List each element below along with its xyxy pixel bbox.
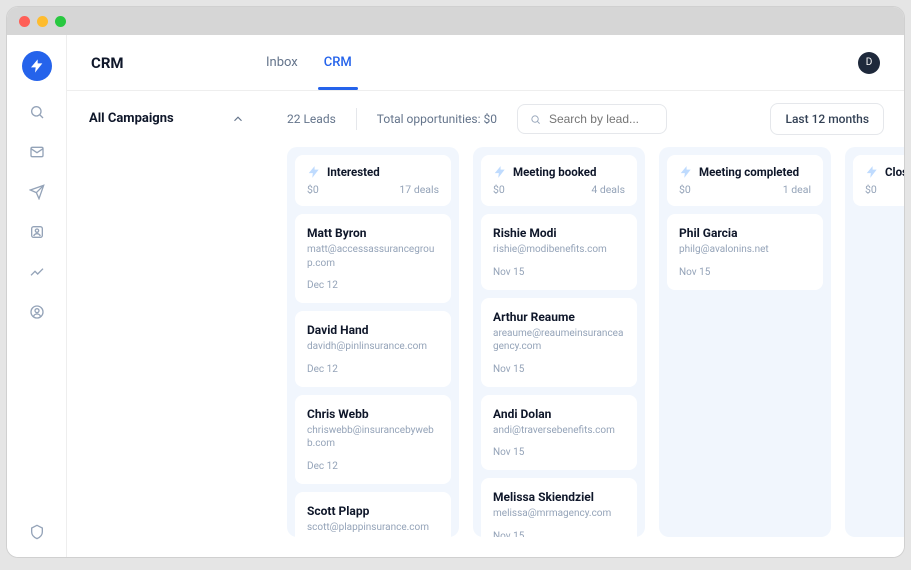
lead-date: Nov 15 <box>493 267 625 278</box>
lead-card[interactable]: Chris Webb chriswebb@insurancebywebb.com… <box>295 395 451 484</box>
campaign-panel: All Campaigns <box>67 91 267 557</box>
lead-email: chriswebb@insurancebywebb.com <box>307 424 439 451</box>
search-icon[interactable] <box>28 103 46 121</box>
lead-email: philg@avalonins.net <box>679 243 811 257</box>
lead-card[interactable]: Scott Plapp scott@plappinsurance.com Dec… <box>295 492 451 538</box>
lightning-icon <box>679 165 693 179</box>
lead-date: Nov 15 <box>493 447 625 458</box>
lead-name: Chris Webb <box>307 407 439 421</box>
column-header: Interested $0 17 deals <box>295 155 451 206</box>
stat-opportunities: Total opportunities: $0 <box>377 112 497 126</box>
campaign-label: All Campaigns <box>89 111 174 126</box>
kanban-column: Closed $0 <box>845 147 904 537</box>
lead-name: Arthur Reaume <box>493 310 625 324</box>
account-icon[interactable] <box>28 303 46 321</box>
lead-name: Melissa Skiendziel <box>493 490 625 504</box>
lead-name: Phil Garcia <box>679 226 811 240</box>
divider <box>356 108 357 130</box>
lead-name: Matt Byron <box>307 226 439 240</box>
lead-email: scott@plappinsurance.com <box>307 521 439 535</box>
column-title: Meeting booked <box>513 165 596 179</box>
lead-email: matt@accessassurancegroup.com <box>307 243 439 270</box>
date-filter[interactable]: Last 12 months <box>770 103 884 135</box>
content: 22 Leads Total opportunities: $0 Last 12… <box>267 91 904 557</box>
send-icon[interactable] <box>28 183 46 201</box>
column-title: Interested <box>327 165 380 179</box>
chevron-up-icon <box>231 112 245 126</box>
window-close-button[interactable] <box>19 16 30 27</box>
tabs: Inbox CRM <box>266 35 352 90</box>
body: All Campaigns 22 Leads Total opportuniti… <box>67 91 904 557</box>
lightning-icon <box>865 165 879 179</box>
column-deals: 1 deal <box>783 183 811 196</box>
column-amount: $0 <box>865 183 877 196</box>
toolbar: 22 Leads Total opportunities: $0 Last 12… <box>267 91 904 147</box>
column-title: Closed <box>885 165 904 179</box>
tab-crm[interactable]: CRM <box>324 35 352 90</box>
lead-card[interactable]: Melissa Skiendziel melissa@mrmagency.com… <box>481 478 637 537</box>
column-header: Closed $0 <box>853 155 904 206</box>
tab-inbox[interactable]: Inbox <box>266 35 298 90</box>
lead-date: Nov 15 <box>493 531 625 538</box>
column-deals: 4 deals <box>591 183 625 196</box>
user-avatar[interactable]: D <box>858 52 880 74</box>
page-title: CRM <box>91 54 266 72</box>
lead-email: davidh@pinlinsurance.com <box>307 340 439 354</box>
lead-card[interactable]: Andi Dolan andi@traversebenefits.com Nov… <box>481 395 637 471</box>
app-window: CRM Inbox CRM D All Campaigns 22 Leads <box>6 6 905 558</box>
column-title: Meeting completed <box>699 165 799 179</box>
search-icon <box>530 113 541 126</box>
lead-date: Dec 12 <box>307 364 439 375</box>
lead-card[interactable]: David Hand davidh@pinlinsurance.com Dec … <box>295 311 451 387</box>
lead-date: Nov 15 <box>679 267 811 278</box>
search-input[interactable] <box>549 112 654 126</box>
kanban-column: Meeting completed $0 1 deal Phil Garcia … <box>659 147 831 537</box>
lead-name: Scott Plapp <box>307 504 439 518</box>
lead-date: Dec 12 <box>307 280 439 291</box>
column-amount: $0 <box>307 183 319 196</box>
column-amount: $0 <box>493 183 505 196</box>
search-box[interactable] <box>517 104 667 134</box>
lead-card[interactable]: Arthur Reaume areaume@reaumeinsuranceage… <box>481 298 637 387</box>
header: CRM Inbox CRM D <box>67 35 904 91</box>
campaign-selector[interactable]: All Campaigns <box>89 111 245 126</box>
lightning-icon <box>307 165 321 179</box>
lead-date: Nov 15 <box>493 364 625 375</box>
lead-name: Rishie Modi <box>493 226 625 240</box>
lead-email: rishie@modibenefits.com <box>493 243 625 257</box>
sidebar <box>7 35 67 557</box>
analytics-icon[interactable] <box>28 263 46 281</box>
kanban-column: Interested $0 17 deals Matt Byron matt@a… <box>287 147 459 537</box>
kanban-board: Interested $0 17 deals Matt Byron matt@a… <box>267 147 904 557</box>
column-header: Meeting booked $0 4 deals <box>481 155 637 206</box>
window-titlebar <box>7 7 904 35</box>
lead-name: David Hand <box>307 323 439 337</box>
lead-email: melissa@mrmagency.com <box>493 507 625 521</box>
column-header: Meeting completed $0 1 deal <box>667 155 823 206</box>
lead-card[interactable]: Rishie Modi rishie@modibenefits.com Nov … <box>481 214 637 290</box>
kanban-column: Meeting booked $0 4 deals Rishie Modi ri… <box>473 147 645 537</box>
help-icon[interactable] <box>28 523 46 541</box>
lead-card[interactable]: Matt Byron matt@accessassurancegroup.com… <box>295 214 451 303</box>
lead-email: andi@traversebenefits.com <box>493 424 625 438</box>
stat-leads: 22 Leads <box>287 112 336 126</box>
app: CRM Inbox CRM D All Campaigns 22 Leads <box>7 35 904 557</box>
lead-email: areaume@reaumeinsuranceagency.com <box>493 327 625 354</box>
window-maximize-button[interactable] <box>55 16 66 27</box>
lead-card[interactable]: Phil Garcia philg@avalonins.net Nov 15 <box>667 214 823 290</box>
lead-date: Dec 12 <box>307 461 439 472</box>
lead-name: Andi Dolan <box>493 407 625 421</box>
main: CRM Inbox CRM D All Campaigns 22 Leads <box>67 35 904 557</box>
window-minimize-button[interactable] <box>37 16 48 27</box>
lightning-icon <box>493 165 507 179</box>
app-logo[interactable] <box>22 51 52 81</box>
mail-icon[interactable] <box>28 143 46 161</box>
column-amount: $0 <box>679 183 691 196</box>
contacts-icon[interactable] <box>28 223 46 241</box>
column-deals: 17 deals <box>399 183 439 196</box>
